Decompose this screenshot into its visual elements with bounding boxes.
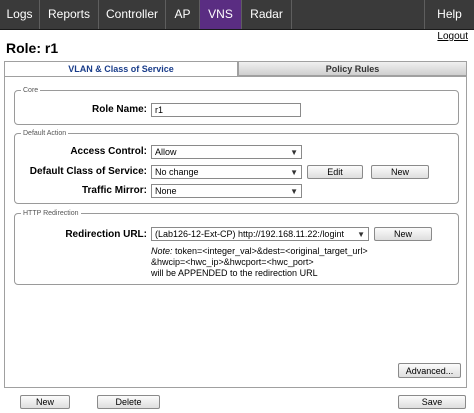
- nav-help[interactable]: Help: [424, 0, 474, 29]
- nav-reports[interactable]: Reports: [40, 0, 99, 29]
- access-control-label: Access Control:: [70, 146, 147, 157]
- note-line-1: token=<integer_val>&dest=<original_targe…: [172, 246, 368, 256]
- role-name-input[interactable]: r1: [151, 103, 301, 117]
- edit-cos-button[interactable]: Edit: [307, 165, 363, 179]
- chevron-down-icon: ▼: [290, 148, 298, 157]
- new-redirection-button[interactable]: New: [374, 227, 432, 241]
- note-prefix: Note:: [151, 246, 173, 256]
- traffic-mirror-value: None: [155, 186, 177, 196]
- traffic-mirror-select[interactable]: None ▼: [151, 184, 302, 198]
- save-button[interactable]: Save: [398, 395, 466, 409]
- traffic-mirror-label: Traffic Mirror:: [81, 185, 147, 196]
- default-action-legend: Default Action: [23, 130, 67, 137]
- nav-controller[interactable]: Controller: [99, 0, 166, 29]
- redirection-url-select[interactable]: (Lab126-12-Ext-CP) http://192.168.11.22:…: [151, 227, 369, 241]
- new-role-button[interactable]: New: [20, 395, 70, 409]
- nav-radar[interactable]: Radar: [242, 0, 292, 29]
- logout-link[interactable]: Logout: [437, 31, 468, 42]
- delete-role-button[interactable]: Delete: [97, 395, 160, 409]
- nav-ap[interactable]: AP: [166, 0, 200, 29]
- http-redirection-legend: HTTP Redirection: [23, 210, 79, 217]
- advanced-button[interactable]: Advanced...: [398, 363, 461, 378]
- chevron-down-icon: ▼: [355, 229, 365, 240]
- redirection-url-value: (Lab126-12-Ext-CP) http://192.168.11.22:…: [155, 229, 344, 239]
- tab-vlan-class-of-service[interactable]: VLAN & Class of Service: [4, 61, 238, 77]
- nav-logs[interactable]: Logs: [0, 0, 40, 29]
- new-cos-button[interactable]: New: [371, 165, 429, 179]
- top-navigation-bar: Logs Reports Controller AP VNS Radar Hel…: [0, 0, 474, 30]
- access-control-value: Allow: [155, 147, 177, 157]
- access-control-select[interactable]: Allow ▼: [151, 145, 302, 159]
- cos-label: Default Class of Service:: [29, 166, 147, 177]
- page-title: Role: r1: [6, 40, 59, 56]
- chevron-down-icon: ▼: [290, 168, 298, 177]
- nav-vns[interactable]: VNS: [200, 0, 242, 29]
- tab-policy-rules[interactable]: Policy Rules: [238, 61, 467, 76]
- tab-content-panel: Core Role Name: r1 Default Action Access…: [4, 76, 467, 388]
- core-legend: Core: [23, 87, 39, 94]
- chevron-down-icon: ▼: [290, 187, 298, 196]
- redirection-note: Note: token=<integer_val>&dest=<original…: [151, 246, 451, 279]
- note-line-3: will be APPENDED to the redirection URL: [151, 268, 318, 278]
- role-name-label: Role Name:: [91, 104, 147, 115]
- cos-value: No change: [155, 167, 199, 177]
- redirection-url-label: Redirection URL:: [65, 229, 147, 240]
- note-line-2: &hwcip=<hwc_ip>&hwcport=<hwc_port>: [151, 257, 314, 267]
- cos-select[interactable]: No change ▼: [151, 165, 302, 179]
